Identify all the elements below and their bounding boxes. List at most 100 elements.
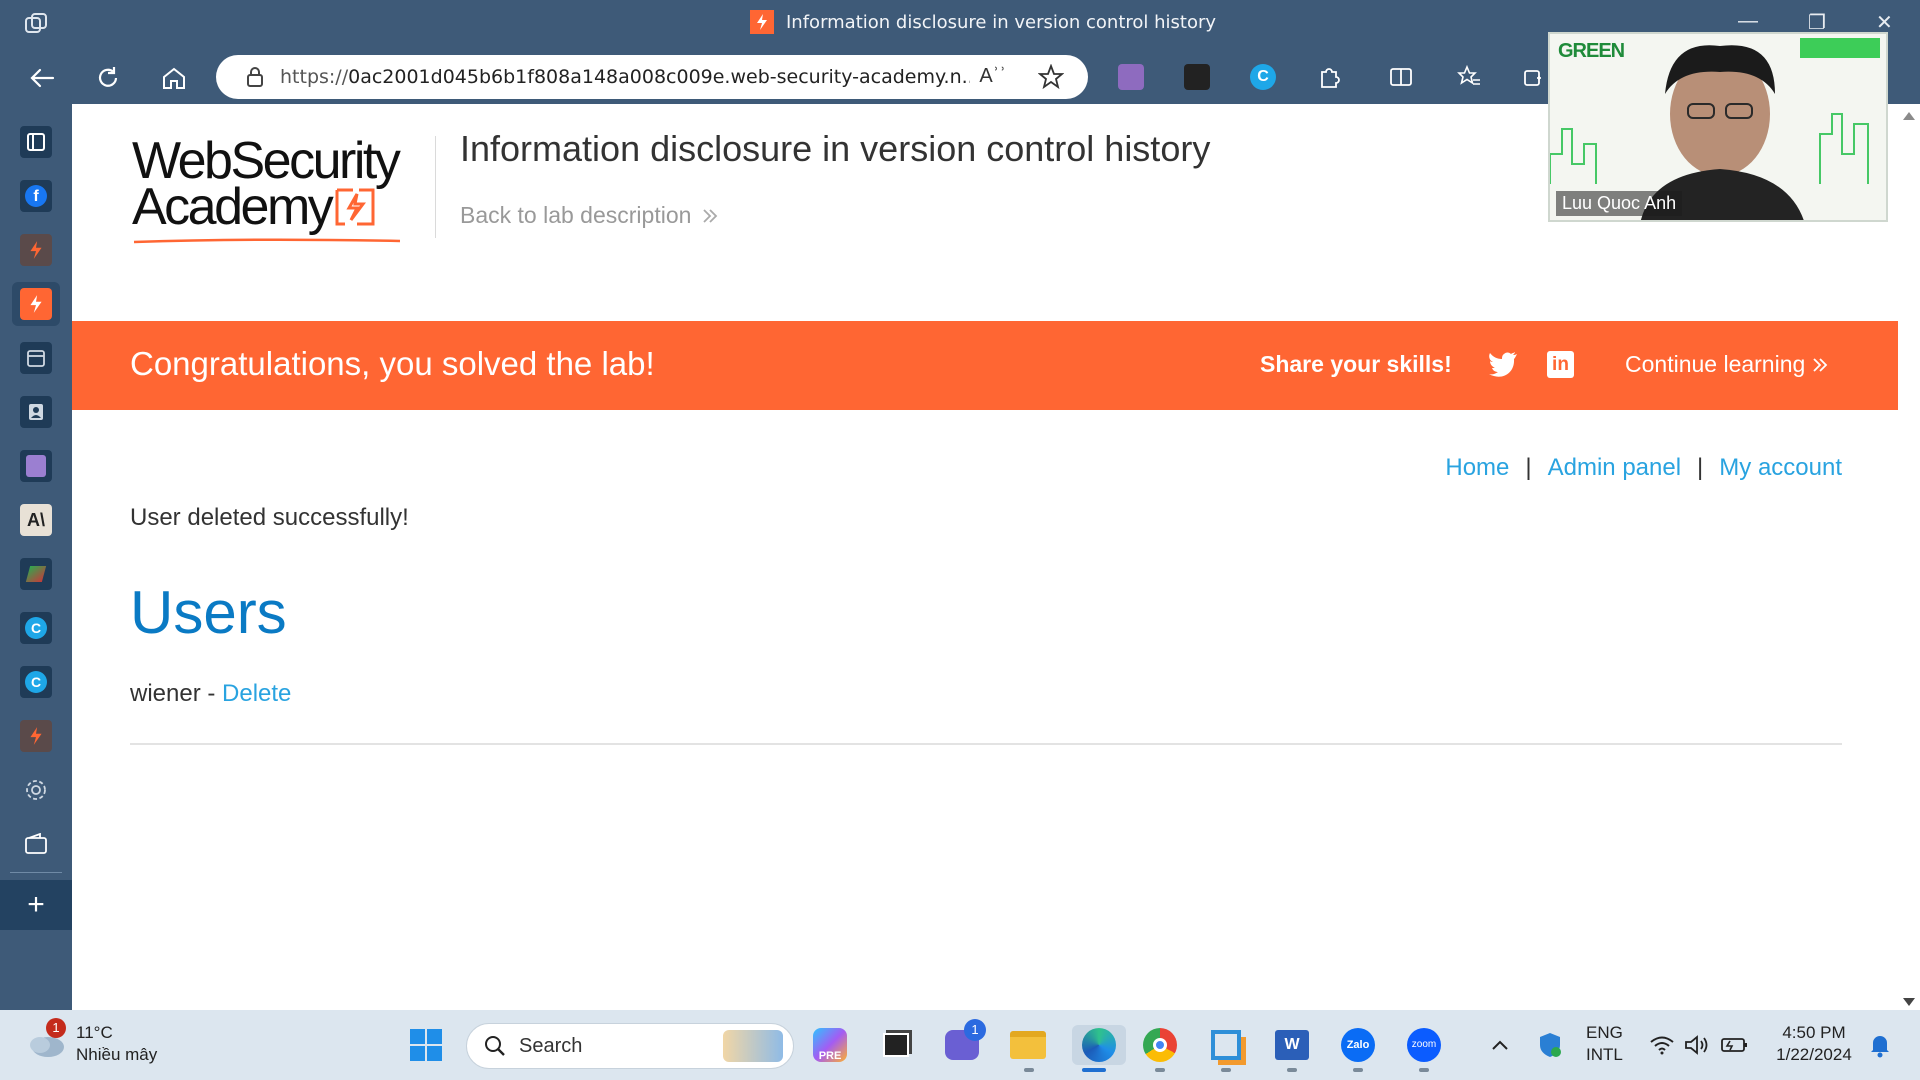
nav-home-link[interactable]: Home <box>1445 454 1509 482</box>
extension-c-icon[interactable]: C <box>1250 64 1276 90</box>
nav-my-account-link[interactable]: My account <box>1719 454 1842 482</box>
battery-icon[interactable] <box>1714 1025 1754 1065</box>
solved-banner: Congratulations, you solved the lab! Sha… <box>72 321 1898 410</box>
weather-widget[interactable]: 1 11°C Nhiều mây <box>26 1018 158 1066</box>
url-text[interactable]: https://0ac2001d045b6b1f808a148a008c009e… <box>280 66 970 88</box>
weather-temp: 11°C <box>76 1023 113 1042</box>
logo-underline-icon <box>133 238 401 244</box>
refresh-icon[interactable] <box>88 58 128 98</box>
workspaces-icon[interactable] <box>24 12 52 36</box>
zalo-icon[interactable]: Zalo <box>1338 1025 1378 1065</box>
file-explorer-icon[interactable] <box>1008 1025 1048 1065</box>
running-indicator <box>1221 1068 1231 1072</box>
edge-icon[interactable] <box>1072 1025 1126 1065</box>
teams-icon[interactable]: 1 <box>942 1019 986 1065</box>
sidebar-anthropic[interactable]: A\ <box>12 498 60 542</box>
scroll-up-icon[interactable] <box>1903 112 1915 120</box>
participant-name: Luu Quoc Anh <box>1556 191 1683 216</box>
browser-sidebar: f A\ C C + <box>0 104 72 1010</box>
sidebar-app-green[interactable] <box>12 552 60 596</box>
task-view-icon[interactable] <box>876 1025 916 1065</box>
search-icon <box>485 1036 505 1056</box>
volume-icon[interactable] <box>1676 1025 1716 1065</box>
windows-taskbar: 1 11°C Nhiều mây Search PRE 1 W Zalo zoo… <box>0 1010 1920 1080</box>
twitter-icon[interactable] <box>1488 351 1518 377</box>
notebook-icon <box>20 450 52 482</box>
extension-camera-icon[interactable] <box>1184 64 1210 90</box>
continue-learning-link[interactable]: Continue learning <box>1625 351 1829 378</box>
chevron-up-icon[interactable] <box>1480 1025 1520 1065</box>
tab-title-text: Information disclosure in version contro… <box>786 11 1217 33</box>
active-tab[interactable]: Information disclosure in version contro… <box>750 10 1216 34</box>
home-icon[interactable] <box>154 58 194 98</box>
clock[interactable]: 4:50 PM 1/22/2024 <box>1768 1022 1860 1066</box>
scroll-down-icon[interactable] <box>1903 998 1915 1006</box>
running-indicator <box>1024 1068 1034 1072</box>
tab-actions-icon <box>20 126 52 158</box>
sidebar-calendar[interactable] <box>12 336 60 380</box>
search-highlight-icon <box>723 1030 783 1062</box>
sponsor-badge <box>1800 38 1880 58</box>
copilot-icon[interactable]: PRE <box>810 1025 850 1065</box>
extension-purple-icon[interactable] <box>1118 64 1144 90</box>
user-name: wiener <box>130 680 201 707</box>
sidebar-settings[interactable] <box>12 768 60 812</box>
sidebar-portswigger-1[interactable] <box>12 228 60 272</box>
header-divider <box>435 136 436 238</box>
running-indicator <box>1353 1068 1363 1072</box>
collections-icon[interactable] <box>1522 64 1548 90</box>
sidebar-wallet[interactable] <box>12 822 60 866</box>
portswigger-active-icon <box>20 288 52 320</box>
running-indicator <box>1419 1068 1429 1072</box>
facebook-icon: f <box>20 180 52 212</box>
share-skills-text: Share your skills! <box>1260 351 1452 377</box>
minimize-icon[interactable]: — <box>1738 10 1758 33</box>
sidebar-notebook[interactable] <box>12 444 60 488</box>
favorites-icon[interactable] <box>1456 64 1482 90</box>
status-message: User deleted successfully! <box>130 504 409 531</box>
c-app-icon: C <box>20 612 52 644</box>
word-icon[interactable]: W <box>1272 1025 1312 1065</box>
page-scrollbar[interactable] <box>1898 104 1920 1010</box>
chrome-icon[interactable] <box>1140 1025 1180 1065</box>
sidebar-contacts[interactable] <box>12 390 60 434</box>
brand-text: GREEN <box>1558 40 1625 62</box>
sidebar-tab-actions[interactable] <box>12 120 60 164</box>
defender-shield-icon[interactable] <box>1530 1025 1570 1065</box>
back-icon[interactable] <box>22 58 62 98</box>
sidebar-add-icon[interactable]: + <box>0 880 72 930</box>
extensions-puzzle-icon[interactable] <box>1316 64 1342 90</box>
favorite-star-icon[interactable] <box>1038 64 1064 90</box>
double-chevron-right-icon <box>1813 357 1828 372</box>
active-indicator <box>1082 1068 1106 1072</box>
user-row: wiener - Delete <box>130 680 291 708</box>
linkedin-icon[interactable]: in <box>1547 351 1574 378</box>
wallet-icon <box>20 828 52 860</box>
video-call-overlay[interactable]: GREEN Luu Quoc Anh <box>1548 32 1888 222</box>
address-bar[interactable]: https://0ac2001d045b6b1f808a148a008c009e… <box>216 55 1088 99</box>
vmware-icon[interactable] <box>1206 1025 1246 1065</box>
web-security-academy-logo[interactable]: WebSecurity Academy <box>132 135 432 248</box>
c-app-icon: C <box>20 666 52 698</box>
lock-icon[interactable] <box>244 66 266 88</box>
zoom-icon[interactable]: zoom <box>1404 1025 1444 1065</box>
running-indicator <box>1287 1068 1297 1072</box>
back-to-lab-link[interactable]: Back to lab description <box>460 202 719 229</box>
read-aloud-icon[interactable]: Aʾʾ <box>979 65 1006 88</box>
start-icon[interactable] <box>406 1025 446 1065</box>
split-screen-icon[interactable] <box>1388 64 1414 90</box>
language-indicator[interactable]: ENG INTL <box>1586 1022 1623 1066</box>
sidebar-portswigger-3[interactable] <box>12 714 60 758</box>
weather-desc: Nhiều mây <box>76 1045 158 1064</box>
teams-badge: 1 <box>964 1019 986 1041</box>
notification-bell-icon[interactable] <box>1860 1025 1900 1065</box>
users-heading: Users <box>130 579 287 646</box>
taskbar-search[interactable]: Search <box>466 1023 794 1069</box>
sidebar-portswigger-2[interactable] <box>12 282 60 326</box>
sidebar-c-app-2[interactable]: C <box>12 660 60 704</box>
sidebar-facebook[interactable]: f <box>12 174 60 218</box>
nav-admin-panel-link[interactable]: Admin panel <box>1548 454 1681 482</box>
sidebar-c-app-1[interactable]: C <box>12 606 60 650</box>
congratulations-text: Congratulations, you solved the lab! <box>130 345 655 382</box>
delete-user-link[interactable]: Delete <box>222 680 291 707</box>
